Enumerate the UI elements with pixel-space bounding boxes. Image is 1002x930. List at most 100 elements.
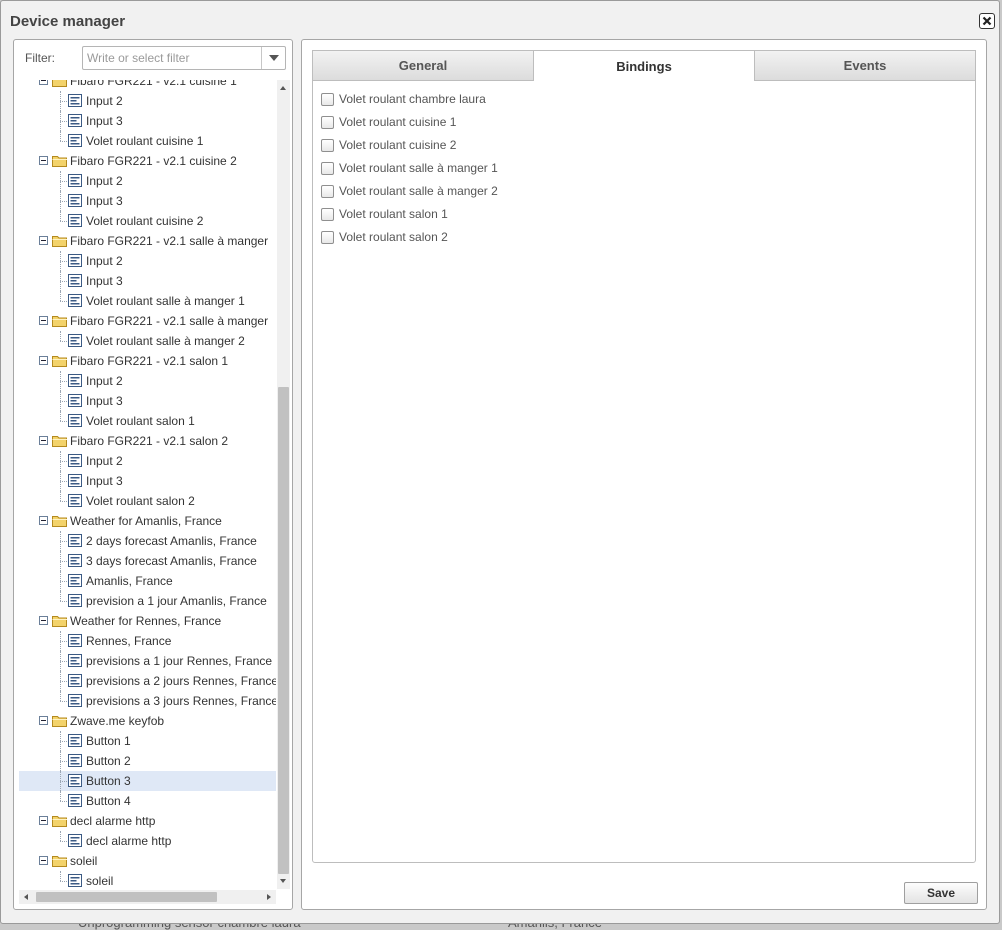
tree-node-label: Volet roulant salle à manger 2 xyxy=(86,334,245,348)
tree-connector xyxy=(60,211,61,221)
collapse-toggle-icon[interactable] xyxy=(39,80,48,85)
tree-folder-node[interactable]: Weather for Amanlis, France xyxy=(19,511,276,531)
tree-device-node[interactable]: Input 2 xyxy=(19,171,276,191)
device-icon xyxy=(68,694,82,707)
tree-folder-node[interactable]: Fibaro FGR221 - v2.1 salle à manger xyxy=(19,311,276,331)
device-icon xyxy=(68,194,82,207)
binding-row[interactable]: Volet roulant chambre laura xyxy=(321,91,486,107)
tree-device-node[interactable]: Volet roulant salon 2 xyxy=(19,491,276,511)
tree-node-label: Button 3 xyxy=(86,774,131,788)
collapse-toggle-icon[interactable] xyxy=(39,716,48,725)
collapse-toggle-icon[interactable] xyxy=(39,516,48,525)
binding-checkbox[interactable] xyxy=(321,138,334,152)
tab-events[interactable]: Events xyxy=(754,50,976,80)
tab-general[interactable]: General xyxy=(312,50,534,80)
tree-vertical-scroll-thumb[interactable] xyxy=(278,387,289,874)
device-icon xyxy=(68,734,82,747)
tree-device-node[interactable]: 3 days forecast Amanlis, France xyxy=(19,551,276,571)
tree-node-label: decl alarme http xyxy=(86,834,172,848)
binding-checkbox[interactable] xyxy=(321,161,334,175)
binding-label: Volet roulant cuisine 1 xyxy=(339,115,457,129)
collapse-toggle-icon[interactable] xyxy=(39,356,48,365)
binding-checkbox[interactable] xyxy=(321,92,334,106)
scroll-left-icon[interactable] xyxy=(24,894,28,900)
collapse-toggle-icon[interactable] xyxy=(39,316,48,325)
tree-folder-node[interactable]: Fibaro FGR221 - v2.1 salon 1 xyxy=(19,351,276,371)
tree-device-node[interactable]: Input 3 xyxy=(19,391,276,411)
tree-connector xyxy=(60,91,61,111)
tree-device-node[interactable]: Button 3 xyxy=(19,771,276,791)
filter-input[interactable] xyxy=(83,47,261,69)
tree-node-label: soleil xyxy=(70,854,98,868)
tree-device-node[interactable]: Input 2 xyxy=(19,371,276,391)
tree-device-node[interactable]: 2 days forecast Amanlis, France xyxy=(19,531,276,551)
collapse-toggle-icon[interactable] xyxy=(39,156,48,165)
tree-device-node[interactable]: prevision a 1 jour Amanlis, France xyxy=(19,591,276,611)
tree-device-node[interactable]: Input 3 xyxy=(19,471,276,491)
tree-device-node[interactable]: Rennes, France xyxy=(19,631,276,651)
collapse-toggle-icon[interactable] xyxy=(39,436,48,445)
binding-checkbox[interactable] xyxy=(321,184,334,198)
tree-connector xyxy=(60,421,67,422)
scroll-up-icon[interactable] xyxy=(280,86,286,90)
binding-checkbox[interactable] xyxy=(321,115,334,129)
device-icon xyxy=(68,794,82,807)
tree-folder-node[interactable]: Fibaro FGR221 - v2.1 cuisine 1 xyxy=(19,80,276,91)
binding-row[interactable]: Volet roulant cuisine 1 xyxy=(321,114,456,130)
tree-device-node[interactable]: Input 2 xyxy=(19,251,276,271)
save-button[interactable]: Save xyxy=(904,882,978,904)
tree-device-node[interactable]: Volet roulant salle à manger 2 xyxy=(19,331,276,351)
binding-row[interactable]: Volet roulant salle à manger 1 xyxy=(321,160,498,176)
device-tree-list: Fibaro FGR221 - v2.1 cuisine 1 Input 2 Inp… xyxy=(19,80,276,889)
tree-horizontal-scrollbar[interactable] xyxy=(19,890,276,904)
tree-device-node[interactable]: soleil xyxy=(19,871,276,889)
tree-device-node[interactable]: Input 3 xyxy=(19,111,276,131)
filter-dropdown-button[interactable] xyxy=(261,47,285,69)
tree-device-node[interactable]: Volet roulant salon 1 xyxy=(19,411,276,431)
binding-row[interactable]: Volet roulant salle à manger 2 xyxy=(321,183,498,199)
tree-device-node[interactable]: Button 2 xyxy=(19,751,276,771)
tree-device-node[interactable]: Volet roulant salle à manger 1 xyxy=(19,291,276,311)
close-button[interactable] xyxy=(979,13,995,29)
collapse-toggle-icon[interactable] xyxy=(39,856,48,865)
filter-combobox[interactable] xyxy=(82,46,286,70)
binding-checkbox[interactable] xyxy=(321,207,334,221)
tree-vertical-scrollbar[interactable] xyxy=(277,80,290,889)
tree-device-node[interactable]: Input 3 xyxy=(19,271,276,291)
scroll-down-icon[interactable] xyxy=(280,879,286,883)
collapse-toggle-icon[interactable] xyxy=(39,616,48,625)
tree-device-node[interactable]: Input 2 xyxy=(19,451,276,471)
tree-horizontal-scroll-thumb[interactable] xyxy=(36,892,217,902)
scroll-right-icon[interactable] xyxy=(267,894,271,900)
tree-device-node[interactable]: Volet roulant cuisine 2 xyxy=(19,211,276,231)
tree-folder-node[interactable]: Weather for Rennes, France xyxy=(19,611,276,631)
tree-device-node[interactable]: Volet roulant cuisine 1 xyxy=(19,131,276,151)
collapse-toggle-icon[interactable] xyxy=(39,236,48,245)
tree-device-node[interactable]: Button 1 xyxy=(19,731,276,751)
tree-folder-node[interactable]: decl alarme http xyxy=(19,811,276,831)
tree-device-node[interactable]: Button 4 xyxy=(19,791,276,811)
tree-folder-node[interactable]: soleil xyxy=(19,851,276,871)
tree-device-node[interactable]: decl alarme http xyxy=(19,831,276,851)
device-icon xyxy=(68,474,82,487)
tab-bindings[interactable]: Bindings xyxy=(533,50,755,81)
tree-connector xyxy=(60,461,67,462)
tree-device-node[interactable]: previsions a 1 jour Rennes, France xyxy=(19,651,276,671)
binding-checkbox[interactable] xyxy=(321,230,334,244)
binding-row[interactable]: Volet roulant salon 1 xyxy=(321,206,448,222)
device-icon xyxy=(68,94,82,107)
tree-folder-node[interactable]: Zwave.me keyfob xyxy=(19,711,276,731)
tree-device-node[interactable]: previsions a 3 jours Rennes, France xyxy=(19,691,276,711)
binding-row[interactable]: Volet roulant cuisine 2 xyxy=(321,137,456,153)
tree-folder-node[interactable]: Fibaro FGR221 - v2.1 cuisine 2 xyxy=(19,151,276,171)
tree-device-node[interactable]: Input 2 xyxy=(19,91,276,111)
binding-row[interactable]: Volet roulant salon 2 xyxy=(321,229,448,245)
tree-device-node[interactable]: Amanlis, France xyxy=(19,571,276,591)
collapse-toggle-icon[interactable] xyxy=(39,816,48,825)
tree-connector xyxy=(60,591,61,601)
tree-device-node[interactable]: previsions a 2 jours Rennes, France xyxy=(19,671,276,691)
tree-folder-node[interactable]: Fibaro FGR221 - v2.1 salle à manger xyxy=(19,231,276,251)
tree-folder-node[interactable]: Fibaro FGR221 - v2.1 salon 2 xyxy=(19,431,276,451)
tree-device-node[interactable]: Input 3 xyxy=(19,191,276,211)
tree-node-label: Input 3 xyxy=(86,194,123,208)
